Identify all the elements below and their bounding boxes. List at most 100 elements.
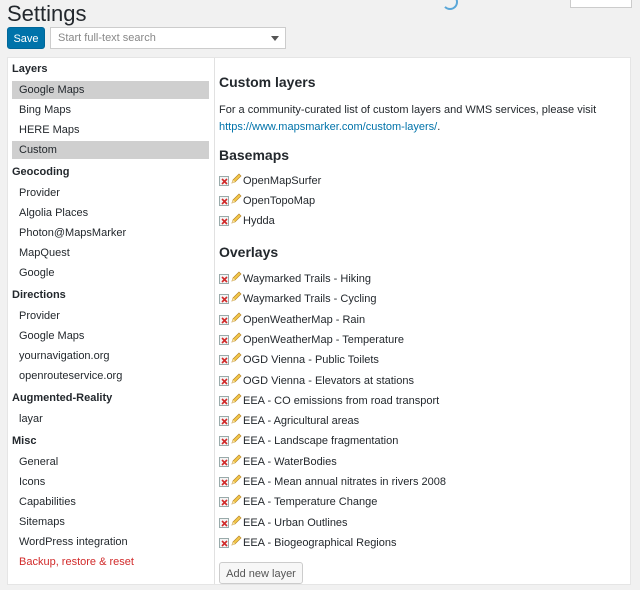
- edit-pencil-icon[interactable]: [230, 173, 242, 185]
- sidebar-item[interactable]: Provider: [12, 184, 209, 202]
- delete-icon[interactable]: [219, 537, 229, 548]
- layer-row: OpenWeatherMap - Temperature: [219, 331, 404, 349]
- edit-pencil-icon[interactable]: [230, 433, 242, 445]
- layer-row: EEA - Agricultural areas: [219, 412, 359, 430]
- edit-pencil-icon[interactable]: [230, 474, 242, 486]
- delete-icon[interactable]: [219, 176, 229, 186]
- delete-icon[interactable]: [219, 216, 229, 226]
- layer-name[interactable]: OpenWeatherMap - Rain: [243, 311, 365, 329]
- delete-icon[interactable]: [219, 477, 229, 487]
- edit-pencil-icon[interactable]: [230, 454, 242, 466]
- save-button[interactable]: Save: [7, 27, 45, 49]
- sidebar-item[interactable]: General: [12, 453, 209, 471]
- sidebar-section-title: Layers: [12, 63, 48, 75]
- sidebar-item[interactable]: Capabilities: [12, 493, 209, 511]
- layer-row: EEA - Biogeographical Regions: [219, 534, 396, 552]
- layer-row: EEA - Urban Outlines: [219, 514, 348, 532]
- custom-layers-link[interactable]: https://www.mapsmarker.com/custom-layers…: [219, 121, 437, 133]
- edit-pencil-icon[interactable]: [230, 393, 242, 405]
- layer-name[interactable]: OpenWeatherMap - Temperature: [243, 331, 404, 349]
- delete-icon[interactable]: [219, 294, 229, 305]
- sidebar-item[interactable]: WordPress integration: [12, 533, 209, 551]
- layer-name[interactable]: EEA - Urban Outlines: [243, 514, 348, 532]
- edit-pencil-icon[interactable]: [230, 515, 242, 527]
- layer-name[interactable]: Waymarked Trails - Cycling: [243, 290, 376, 308]
- sidebar-item[interactable]: Icons: [12, 473, 209, 491]
- sidebar-item[interactable]: Provider: [12, 307, 209, 325]
- sidebar-item[interactable]: Bing Maps: [12, 101, 209, 119]
- delete-icon[interactable]: [219, 497, 229, 508]
- sidebar: Layers Google Maps Bing Maps HERE Maps Custo…: [8, 58, 215, 584]
- layer-row: OGD Vienna - Public Toilets: [219, 351, 379, 369]
- sidebar-item[interactable]: layar: [12, 410, 209, 428]
- delete-icon[interactable]: [219, 314, 229, 325]
- layer-row: OpenWeatherMap - Rain: [219, 311, 365, 329]
- sidebar-item[interactable]: Photon@MapsMarker: [12, 224, 209, 242]
- sidebar-item[interactable]: HERE Maps: [12, 121, 209, 139]
- layer-name[interactable]: OpenTopoMap: [243, 192, 315, 210]
- layer-row: EEA - CO emissions from road transport: [219, 392, 439, 410]
- layer-row: OpenTopoMap: [219, 192, 315, 210]
- delete-icon[interactable]: [219, 436, 229, 447]
- settings-panel: Layers Google Maps Bing Maps HERE Maps Custo…: [7, 57, 631, 585]
- add-layer-button[interactable]: Add new layer: [219, 562, 303, 584]
- layer-name[interactable]: Hydda: [243, 212, 275, 230]
- layer-row: OGD Vienna - Elevators at stations: [219, 372, 414, 390]
- delete-icon[interactable]: [219, 375, 229, 386]
- layer-name[interactable]: EEA - Temperature Change: [243, 493, 377, 511]
- sidebar-item[interactable]: Google Maps: [12, 81, 209, 99]
- sidebar-item[interactable]: Sitemaps: [12, 513, 209, 531]
- sidebar-item[interactable]: MapQuest: [12, 244, 209, 262]
- layer-name[interactable]: OGD Vienna - Public Toilets: [243, 351, 379, 369]
- layer-name[interactable]: EEA - Mean annual nitrates in rivers 200…: [243, 473, 446, 491]
- layer-name[interactable]: Waymarked Trails - Hiking: [243, 270, 371, 288]
- sidebar-item[interactable]: openrouteservice.org: [12, 367, 209, 385]
- edit-pencil-icon[interactable]: [230, 291, 242, 303]
- sidebar-item[interactable]: Google Maps: [12, 327, 209, 345]
- edit-pencil-icon[interactable]: [230, 352, 242, 364]
- layer-row: EEA - Mean annual nitrates in rivers 200…: [219, 473, 446, 491]
- delete-icon[interactable]: [219, 334, 229, 345]
- edit-pencil-icon[interactable]: [230, 413, 242, 425]
- edit-pencil-icon[interactable]: [230, 271, 242, 283]
- overlays-heading: Overlays: [219, 244, 279, 260]
- layer-name[interactable]: EEA - CO emissions from road transport: [243, 392, 439, 410]
- delete-icon[interactable]: [219, 355, 229, 366]
- edit-pencil-icon[interactable]: [230, 213, 242, 225]
- layer-name[interactable]: OGD Vienna - Elevators at stations: [243, 372, 414, 390]
- section-title: Custom layers: [219, 74, 316, 90]
- loading-icon: [442, 0, 458, 10]
- description-text: For a community-curated list of custom l…: [219, 104, 597, 116]
- sidebar-item[interactable]: Backup, restore & reset: [12, 553, 209, 571]
- sidebar-item[interactable]: yournavigation.org: [12, 347, 209, 365]
- delete-icon[interactable]: [219, 416, 229, 427]
- edit-pencil-icon[interactable]: [230, 193, 242, 205]
- layer-name[interactable]: EEA - Biogeographical Regions: [243, 534, 396, 552]
- delete-icon[interactable]: [219, 456, 229, 467]
- delete-icon[interactable]: [219, 196, 229, 206]
- layer-row: EEA - WaterBodies: [219, 453, 337, 471]
- chevron-down-icon[interactable]: [271, 36, 279, 41]
- layer-row: EEA - Temperature Change: [219, 493, 377, 511]
- main-content: Custom layers For a community-curated li…: [219, 58, 630, 584]
- delete-icon[interactable]: [219, 517, 229, 528]
- layer-name[interactable]: EEA - Agricultural areas: [243, 412, 359, 430]
- layer-name[interactable]: EEA - Landscape fragmentation: [243, 432, 398, 450]
- basemaps-heading: Basemaps: [219, 147, 290, 163]
- delete-icon[interactable]: [219, 395, 229, 406]
- sidebar-item[interactable]: Google: [12, 264, 209, 282]
- edit-pencil-icon[interactable]: [230, 535, 242, 547]
- sidebar-item[interactable]: Algolia Places: [12, 204, 209, 222]
- search-input[interactable]: Start full-text search: [50, 27, 286, 49]
- layer-row: Hydda: [219, 212, 275, 230]
- edit-pencil-icon[interactable]: [230, 312, 242, 324]
- delete-icon[interactable]: [219, 274, 229, 284]
- layer-name[interactable]: OpenMapSurfer: [243, 172, 321, 190]
- layer-name[interactable]: EEA - WaterBodies: [243, 453, 337, 471]
- sidebar-item[interactable]: Custom: [12, 141, 209, 159]
- edit-pencil-icon[interactable]: [230, 373, 242, 385]
- top-decoration: [440, 0, 640, 10]
- layer-row: Waymarked Trails - Cycling: [219, 290, 376, 308]
- edit-pencil-icon[interactable]: [230, 332, 242, 344]
- edit-pencil-icon[interactable]: [230, 494, 242, 506]
